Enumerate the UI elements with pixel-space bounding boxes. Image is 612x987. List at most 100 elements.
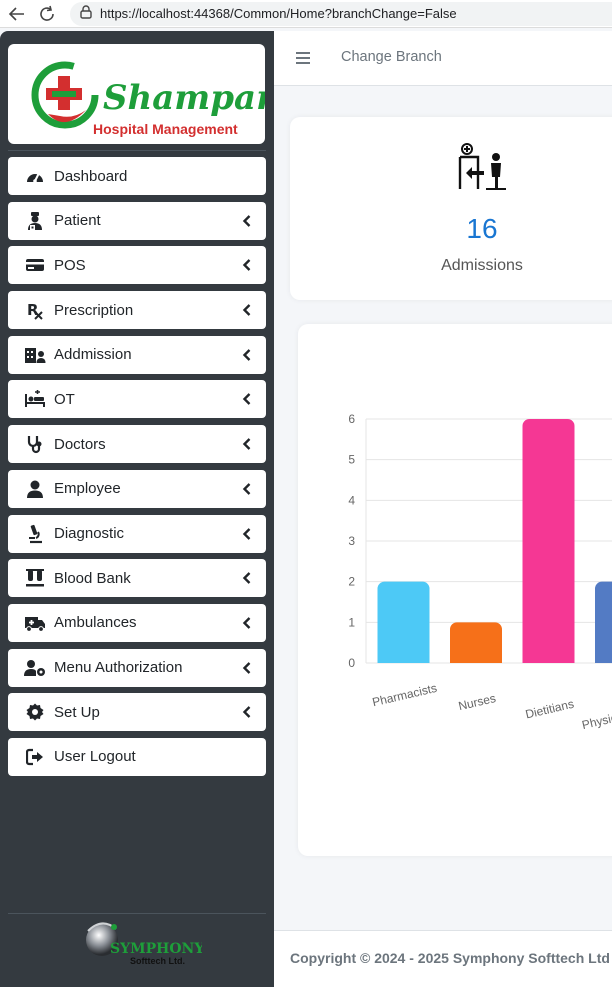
prescription-icon: R	[24, 300, 46, 320]
staff-bar-chart: 0 1 2 3 4 5 6 Pharmacists Nurses Dietitians Physio…	[348, 412, 612, 732]
browser-toolbar: https://localhost:44368/Common/Home?bran…	[0, 0, 612, 28]
page-footer: Copyright © 2024 - 2025 Symphony Softtec…	[274, 930, 612, 987]
ambulance-icon	[24, 613, 46, 633]
chevron-left-icon[interactable]	[242, 661, 252, 675]
sidebar-item-label: Dashboard	[54, 167, 128, 185]
sidebar-item-label: User Logout	[54, 748, 136, 766]
sidebar-item-pos[interactable]: POS	[8, 246, 266, 285]
y-tick-label: 0	[348, 656, 355, 670]
bar-physiotherapists[interactable]	[595, 581, 612, 663]
sidebar-item-label: Menu Authorization	[54, 659, 183, 677]
y-tick-label: 1	[348, 615, 355, 629]
microscope-icon	[24, 524, 46, 544]
y-tick-label: 3	[348, 534, 355, 548]
sidebar-item-blood-bank[interactable]: Blood Bank	[8, 559, 266, 598]
sidebar-item-label: Diagnostic	[54, 525, 125, 542]
bar-pharmacists[interactable]	[377, 581, 430, 663]
sidebar-item-addmission[interactable]: Addmission	[8, 335, 266, 374]
sidebar-item-label: POS	[54, 256, 86, 274]
x-tick-label: Dietitians	[524, 697, 575, 722]
chevron-left-icon[interactable]	[242, 258, 252, 272]
sidebar-item-ambulances[interactable]: Ambulances	[8, 603, 266, 642]
hamburger-menu-icon[interactable]	[296, 51, 310, 64]
sidebar-item-label: Set Up	[54, 703, 100, 721]
chevron-left-icon[interactable]	[242, 348, 252, 362]
bar-base	[522, 655, 575, 663]
address-bar[interactable]: https://localhost:44368/Common/Home?bran…	[70, 1, 612, 26]
chevron-left-icon[interactable]	[242, 214, 252, 228]
chevron-left-icon[interactable]	[242, 616, 252, 630]
admissions-card[interactable]: 16 Admissions	[290, 117, 612, 300]
sidebar-item-label: Ambulances	[54, 614, 137, 632]
chevron-left-icon[interactable]	[242, 437, 252, 451]
bar-base	[377, 655, 430, 663]
x-tick-label: Physiotherapist	[581, 700, 612, 732]
sidebar-item-label: Prescription	[54, 301, 134, 319]
url-text: https://localhost:44368/Common/Home?bran…	[100, 6, 457, 21]
x-tick-label: Nurses	[457, 691, 497, 713]
brand-logo[interactable]: Shampan Hospital Management	[8, 44, 281, 144]
sidebar-item-label: Addmission	[54, 346, 132, 364]
sidebar-item-label: OT	[54, 390, 75, 408]
svg-text:Softtech Ltd.: Softtech Ltd.	[130, 956, 185, 966]
reload-icon[interactable]	[34, 3, 60, 25]
admissions-label: Admissions	[441, 257, 523, 274]
sidebar-item-patient[interactable]: Patient	[8, 201, 266, 240]
svg-text:Hospital Management: Hospital Management	[93, 121, 238, 137]
sidebar-menu: Dashboard Patient POS R Prescription Addmissi…	[8, 157, 266, 783]
change-branch-link[interactable]: Change Branch	[341, 49, 442, 65]
credit-card-icon	[24, 255, 46, 275]
chevron-left-icon[interactable]	[242, 527, 252, 541]
bar-base	[595, 655, 612, 663]
shampan-logo: Shampan Hospital Management	[31, 61, 281, 137]
sidebar-item-user-logout[interactable]: User Logout	[8, 737, 266, 776]
sidebar-item-label: Patient	[54, 212, 101, 230]
sign-out-icon	[24, 747, 46, 767]
svg-text:Shampan: Shampan	[103, 78, 265, 118]
sidebar-item-prescription[interactable]: R Prescription	[8, 291, 266, 330]
brand-divider	[8, 150, 266, 151]
sidebar-item-ot[interactable]: OT	[8, 380, 266, 419]
sidebar-footer-divider	[8, 913, 266, 914]
y-tick-label: 2	[348, 575, 355, 589]
copyright-text: Copyright © 2024 - 2025 Symphony Softtec…	[290, 950, 610, 966]
hospital-user-icon	[24, 345, 46, 365]
sidebar-item-label: Employee	[54, 480, 121, 498]
tachometer-icon	[24, 166, 46, 186]
svg-text:SYMPHONY: SYMPHONY	[110, 941, 202, 957]
symphony-logo: SYMPHONY Softtech Ltd.	[82, 917, 205, 971]
chevron-left-icon[interactable]	[242, 303, 252, 317]
procedures-icon	[24, 389, 46, 409]
staff-chart-card: 0 1 2 3 4 5 6 Pharmacists Nurses Dietitians Physio…	[298, 324, 612, 856]
user-icon	[24, 479, 46, 499]
sidebar-item-label: Doctors	[54, 435, 106, 453]
sidebar-item-employee[interactable]: Employee	[8, 469, 266, 508]
patient-icon	[24, 211, 46, 231]
gear-icon	[24, 702, 46, 722]
y-tick-label: 4	[348, 493, 355, 507]
bar-dietitians[interactable]	[522, 419, 575, 663]
sidebar: Shampan Hospital Management Dashboard Pat…	[0, 31, 281, 987]
sidebar-item-diagnostic[interactable]: Diagnostic	[8, 514, 266, 553]
stethoscope-icon	[24, 434, 46, 454]
back-arrow-icon[interactable]	[4, 3, 30, 25]
y-tick-label: 6	[348, 412, 355, 426]
x-tick-label: Pharmacists	[371, 681, 438, 709]
chevron-left-icon[interactable]	[242, 705, 252, 719]
chevron-left-icon[interactable]	[242, 392, 252, 406]
sidebar-item-set-up[interactable]: Set Up	[8, 693, 266, 732]
admissions-count: 16	[466, 213, 498, 244]
lock-icon	[80, 5, 92, 22]
vials-icon	[24, 568, 46, 588]
y-tick-label: 5	[348, 453, 355, 467]
sidebar-item-doctors[interactable]: Doctors	[8, 425, 266, 464]
sidebar-item-menu-authorization[interactable]: Menu Authorization	[8, 648, 266, 687]
top-navbar: Change Branch	[274, 31, 612, 86]
sidebar-item-dashboard[interactable]: Dashboard	[8, 157, 266, 195]
user-cog-icon	[24, 658, 46, 678]
chevron-left-icon[interactable]	[242, 571, 252, 585]
bar-base	[450, 655, 502, 663]
chevron-left-icon[interactable]	[242, 482, 252, 496]
admission-icon	[458, 143, 506, 191]
sidebar-item-label: Blood Bank	[54, 569, 131, 587]
